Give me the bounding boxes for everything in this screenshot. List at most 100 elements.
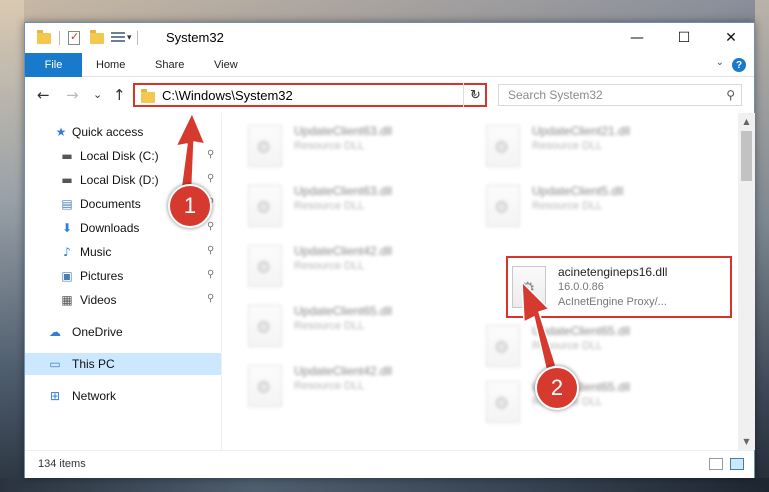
sidebar-item-label: Music (80, 245, 112, 259)
address-path[interactable]: C:\Windows\System32 (162, 88, 293, 103)
scroll-thumb[interactable] (741, 131, 752, 181)
downloads-icon: ⬇ (61, 221, 73, 235)
desktop-background-bottom (0, 478, 769, 492)
scroll-down-icon[interactable]: ▼ (738, 433, 755, 450)
tab-file[interactable]: File (25, 53, 82, 77)
annotation-badge-1: 1 (168, 184, 212, 228)
videos-icon: ▦ (61, 293, 73, 307)
minimize-button[interactable]: — (614, 23, 660, 53)
sidebar-item-network[interactable]: ⊞ Network (25, 385, 221, 407)
computer-icon: ▭ (49, 357, 61, 371)
new-folder-icon[interactable] (90, 29, 104, 46)
window-title: System32 (166, 30, 224, 45)
folder-icon (37, 29, 51, 46)
scroll-up-icon[interactable]: ▲ (738, 113, 755, 130)
sidebar-item-local-disk-c[interactable]: ▬ Local Disk (C:) ⚲ (25, 145, 221, 167)
file-type: Resource DLL (294, 380, 365, 392)
tab-share[interactable]: Share (155, 53, 184, 77)
dll-file-icon (248, 365, 282, 407)
pin-icon[interactable]: ⚲ (207, 173, 214, 184)
file-type: Resource DLL (532, 200, 603, 212)
desktop-background-left (0, 0, 24, 492)
pin-icon[interactable]: ⚲ (207, 149, 214, 160)
sidebar-item-onedrive[interactable]: ☁ OneDrive (25, 321, 221, 343)
sidebar-item-label: Quick access (72, 125, 144, 139)
address-folder-icon (141, 89, 155, 103)
up-arrow-icon[interactable]: ↑ (113, 86, 126, 104)
ribbon-expand-icon[interactable]: ⌄ (716, 57, 724, 68)
sidebar-item-label: Documents (80, 197, 141, 211)
file-tile-highlighted[interactable]: acinetengineps16.dll 16.0.0.86 AcInetEng… (506, 256, 732, 318)
help-icon[interactable]: ? (732, 58, 746, 72)
address-bar[interactable]: C:\Windows\System32 ⌄ (133, 83, 487, 107)
file-tile[interactable]: UpdateClient65.dll Resource DLL (486, 377, 706, 427)
drive-icon: ▬ (61, 173, 73, 187)
sidebar-item-this-pc[interactable]: ▭ This PC (25, 353, 221, 375)
file-tile[interactable]: UpdateClient42.dll Resource DLL (248, 241, 468, 291)
file-name: UpdateClient42.dll (294, 244, 393, 258)
file-type: Resource DLL (294, 260, 365, 272)
forward-arrow-icon[interactable]: → (66, 86, 79, 104)
file-name: UpdateClient63.dll (294, 184, 393, 198)
file-tile[interactable]: UpdateClient21.dll Resource DLL (486, 121, 706, 171)
file-type: Resource DLL (294, 320, 365, 332)
file-tile[interactable]: UpdateClient63.dll Resource DLL (248, 121, 468, 171)
details-view-icon[interactable] (709, 458, 723, 470)
file-type: Resource DLL (532, 140, 603, 152)
navigation-bar: ← → ⌄ ↑ C:\Windows\System32 ⌄ ↻ Search S… (25, 77, 754, 113)
file-tile[interactable]: UpdateClient63.dll Resource DLL (248, 181, 468, 231)
search-placeholder: Search System32 (508, 88, 603, 102)
pictures-icon: ▣ (61, 269, 73, 283)
sidebar-item-label: Local Disk (D:) (80, 173, 159, 187)
sidebar-item-label: Network (72, 389, 117, 403)
file-type: Resource DLL (294, 140, 365, 152)
quick-access-dropdown-icon[interactable]: ▾ (127, 30, 132, 46)
network-icon: ⊞ (49, 389, 61, 403)
file-tile[interactable]: UpdateClient65.dll Resource DLL (486, 321, 706, 371)
maximize-button[interactable]: ☐ (661, 23, 707, 53)
customize-view-icon[interactable] (111, 30, 125, 46)
search-input[interactable]: Search System32 ⚲ (498, 84, 742, 106)
sidebar-item-quick-access[interactable]: ★ Quick access (25, 121, 221, 143)
refresh-icon[interactable]: ↻ (463, 83, 487, 107)
annotation-badge-2: 2 (535, 366, 579, 410)
file-name: UpdateClient5.dll (532, 184, 624, 198)
pin-icon[interactable]: ⚲ (207, 269, 214, 280)
title-bar: ▾ System32 — ☐ ✕ (25, 23, 754, 53)
sidebar-item-label: Videos (80, 293, 117, 307)
pin-icon[interactable]: ⚲ (207, 221, 214, 232)
file-tile[interactable]: UpdateClient65.dll Resource DLL (248, 301, 468, 351)
sidebar-item-music[interactable]: ♪ Music ⚲ (25, 241, 221, 263)
file-type: Resource DLL (294, 200, 365, 212)
star-icon: ★ (55, 125, 67, 139)
dll-file-icon (486, 185, 520, 227)
tiles-view-icon[interactable] (730, 458, 744, 470)
pin-icon[interactable]: ⚲ (207, 245, 214, 256)
dll-file-icon (248, 305, 282, 347)
tab-view[interactable]: View (214, 53, 238, 77)
sidebar-item-label: OneDrive (72, 325, 123, 339)
status-bar: 134 items (25, 450, 754, 478)
recent-locations-icon[interactable]: ⌄ (93, 88, 102, 101)
dll-file-icon (486, 325, 520, 367)
dll-file-icon (486, 125, 520, 167)
dll-file-icon (248, 125, 282, 167)
file-name: UpdateClient63.dll (294, 124, 393, 138)
sidebar-item-pictures[interactable]: ▣ Pictures ⚲ (25, 265, 221, 287)
item-count: 134 items (38, 458, 86, 470)
pin-icon[interactable]: ⚲ (207, 293, 214, 304)
file-tile[interactable]: UpdateClient5.dll Resource DLL (486, 181, 706, 231)
file-tile[interactable]: UpdateClient42.dll Resource DLL (248, 361, 468, 411)
back-arrow-icon[interactable]: ← (37, 86, 50, 104)
properties-check-icon[interactable] (68, 30, 80, 46)
tab-home[interactable]: Home (96, 53, 125, 77)
file-version: 16.0.0.86 (558, 281, 604, 293)
vertical-scrollbar[interactable]: ▲ ▼ (738, 113, 755, 450)
close-button[interactable]: ✕ (708, 23, 754, 53)
documents-icon: ▤ (61, 197, 73, 211)
sidebar-item-videos[interactable]: ▦ Videos ⚲ (25, 289, 221, 311)
desktop-background-right (755, 0, 769, 492)
dll-file-icon (512, 266, 546, 308)
file-list: UpdateClient63.dll Resource DLL UpdateCl… (222, 113, 738, 450)
search-icon[interactable]: ⚲ (726, 88, 735, 102)
